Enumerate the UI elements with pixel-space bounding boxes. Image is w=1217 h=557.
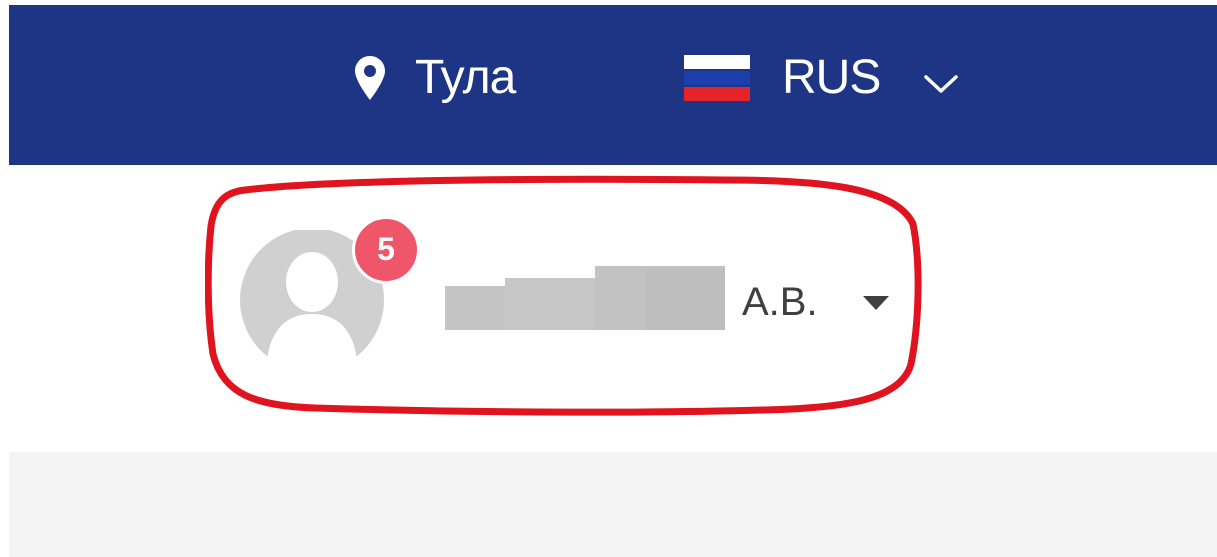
russia-flag-icon [684, 55, 750, 101]
highlight-annotation [205, 175, 922, 416]
location-selector[interactable]: Тула [355, 50, 516, 106]
top-bar [9, 5, 1217, 165]
language-selector[interactable]: RUS [684, 50, 959, 106]
chevron-down-icon[interactable] [924, 74, 959, 94]
city-label: Тула [415, 51, 516, 104]
map-pin-icon [355, 56, 385, 100]
content-background [9, 452, 1217, 557]
language-code: RUS [782, 51, 881, 104]
